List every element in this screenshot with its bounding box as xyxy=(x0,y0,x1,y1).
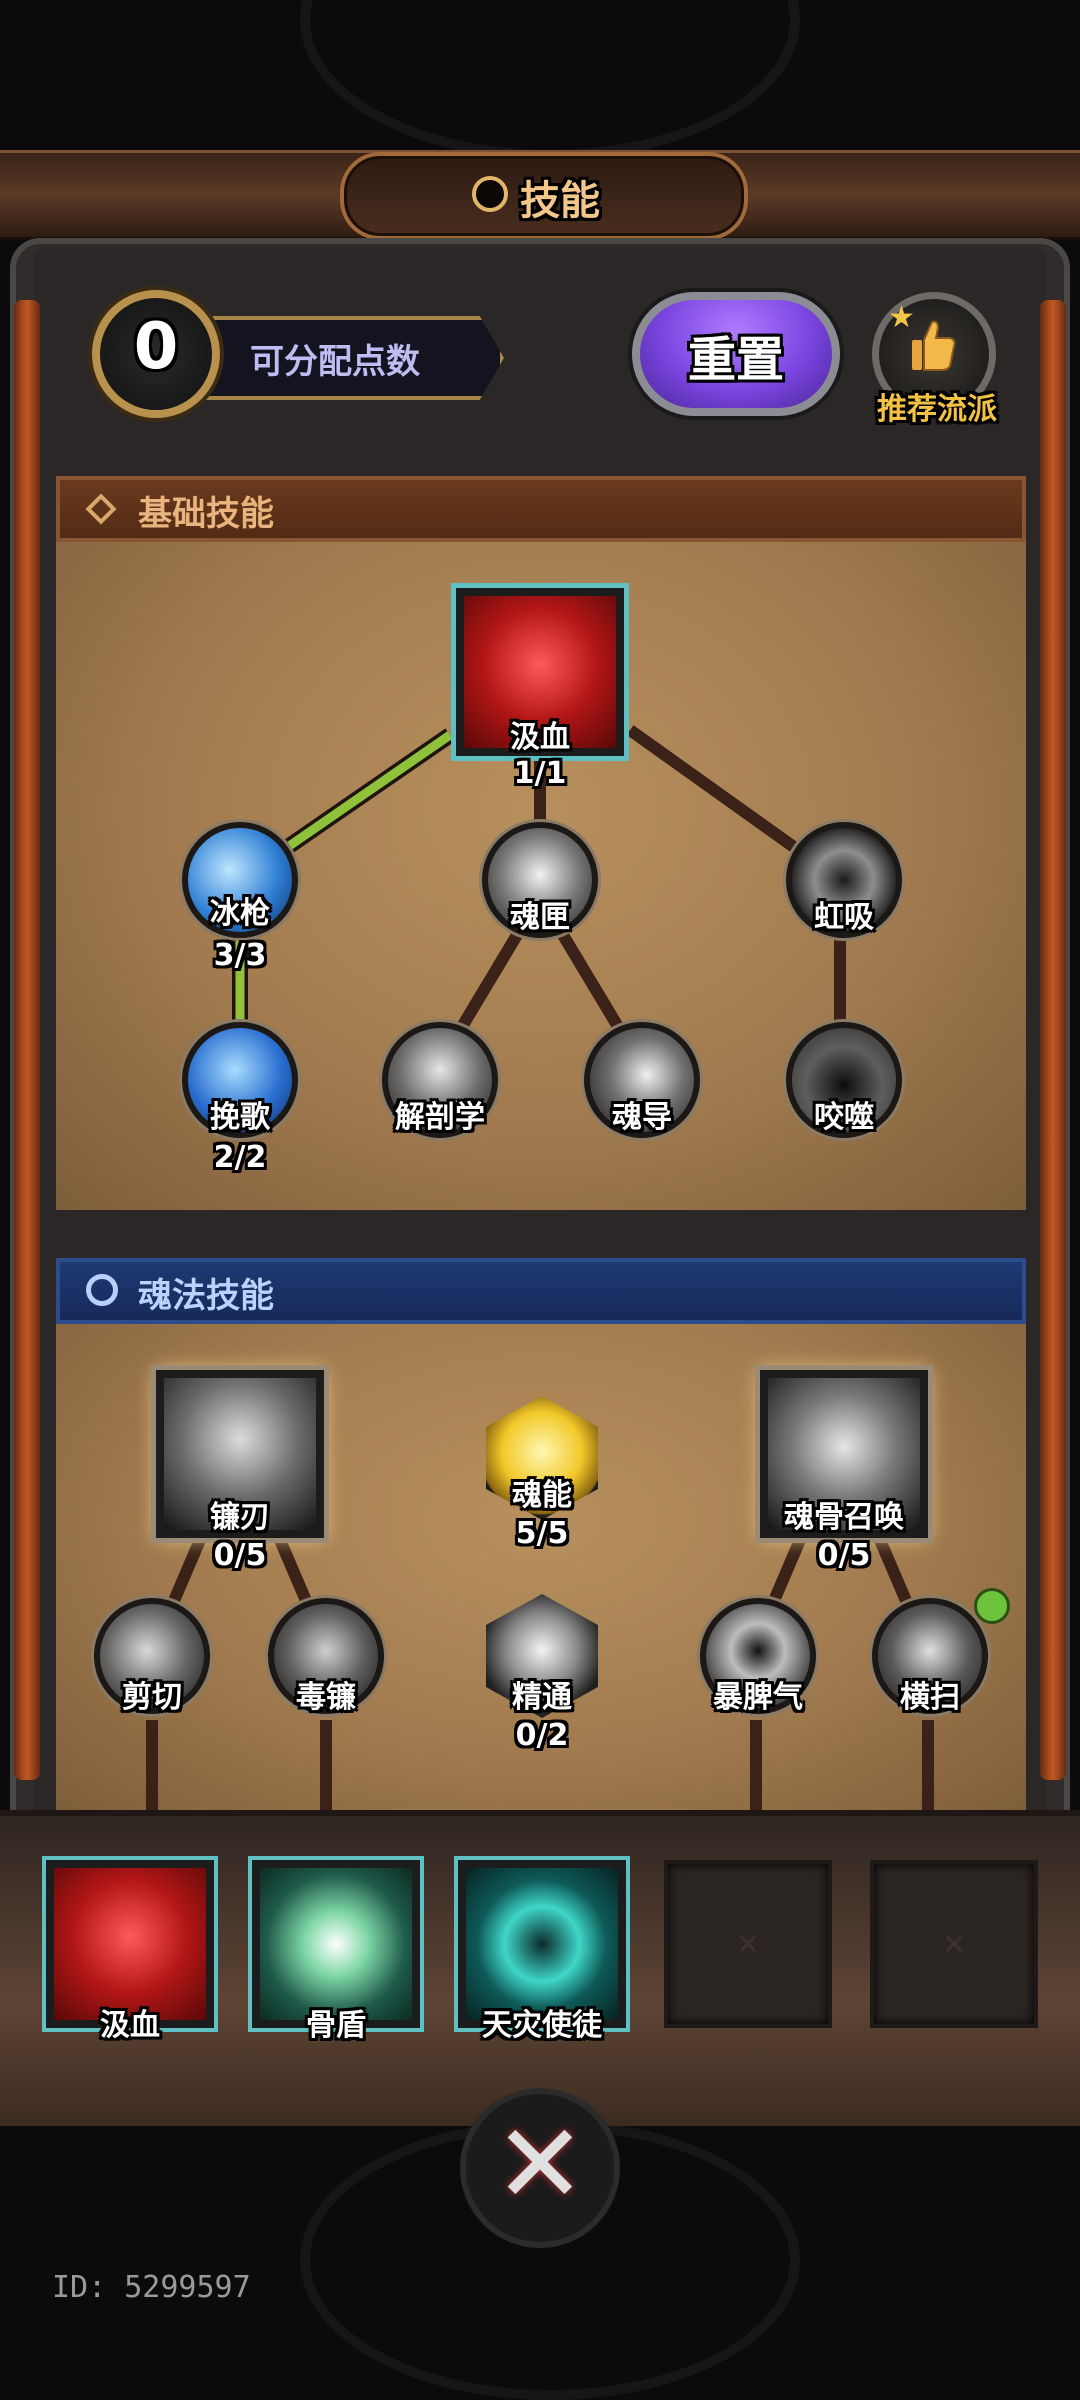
equipped-slot-3[interactable] xyxy=(458,1860,626,2028)
equipped-slot-2[interactable] xyxy=(252,1860,420,2028)
user-id: ID: 5299597 xyxy=(52,2270,251,2305)
skill-level-scythe-blade: 0/5 xyxy=(213,1538,267,1573)
skill-name-tantrum: 暴脾气 xyxy=(713,1680,803,1715)
skill-name-venom-scythe: 毒镰 xyxy=(296,1680,356,1715)
skill-level-bone-summon: 0/5 xyxy=(817,1538,871,1573)
skill-name-shear: 剪切 xyxy=(122,1680,182,1715)
empty-slot-icon: ✕ xyxy=(736,1927,760,1961)
equipped-slot-1[interactable] xyxy=(46,1860,214,2028)
skill-name-scythe-blade: 镰刃 xyxy=(210,1500,270,1535)
equipped-slot-2-label: 骨盾 xyxy=(306,2008,366,2043)
green-badge-icon xyxy=(974,1588,1010,1624)
empty-slot-icon: ✕ xyxy=(942,1927,966,1961)
equipped-slot-5[interactable]: ✕ xyxy=(870,1860,1038,2028)
skill-name-bone-summon: 魂骨召唤 xyxy=(784,1500,904,1535)
equipped-slot-1-label: 汲血 xyxy=(100,2008,160,2043)
skill-name-sweep: 横扫 xyxy=(900,1680,960,1715)
skill-level-mastery: 0/2 xyxy=(515,1718,569,1753)
equipped-slot-4[interactable]: ✕ xyxy=(664,1860,832,2028)
skill-level-soul-energy: 5/5 xyxy=(515,1516,569,1551)
skill-name-soul-energy: 魂能 xyxy=(512,1478,572,1513)
equipped-slot-3-label: 天灾使徒 xyxy=(482,2008,602,2043)
crossed-swords-icon: ✕ xyxy=(493,2100,587,2228)
skill-name-mastery: 精通 xyxy=(512,1680,572,1715)
